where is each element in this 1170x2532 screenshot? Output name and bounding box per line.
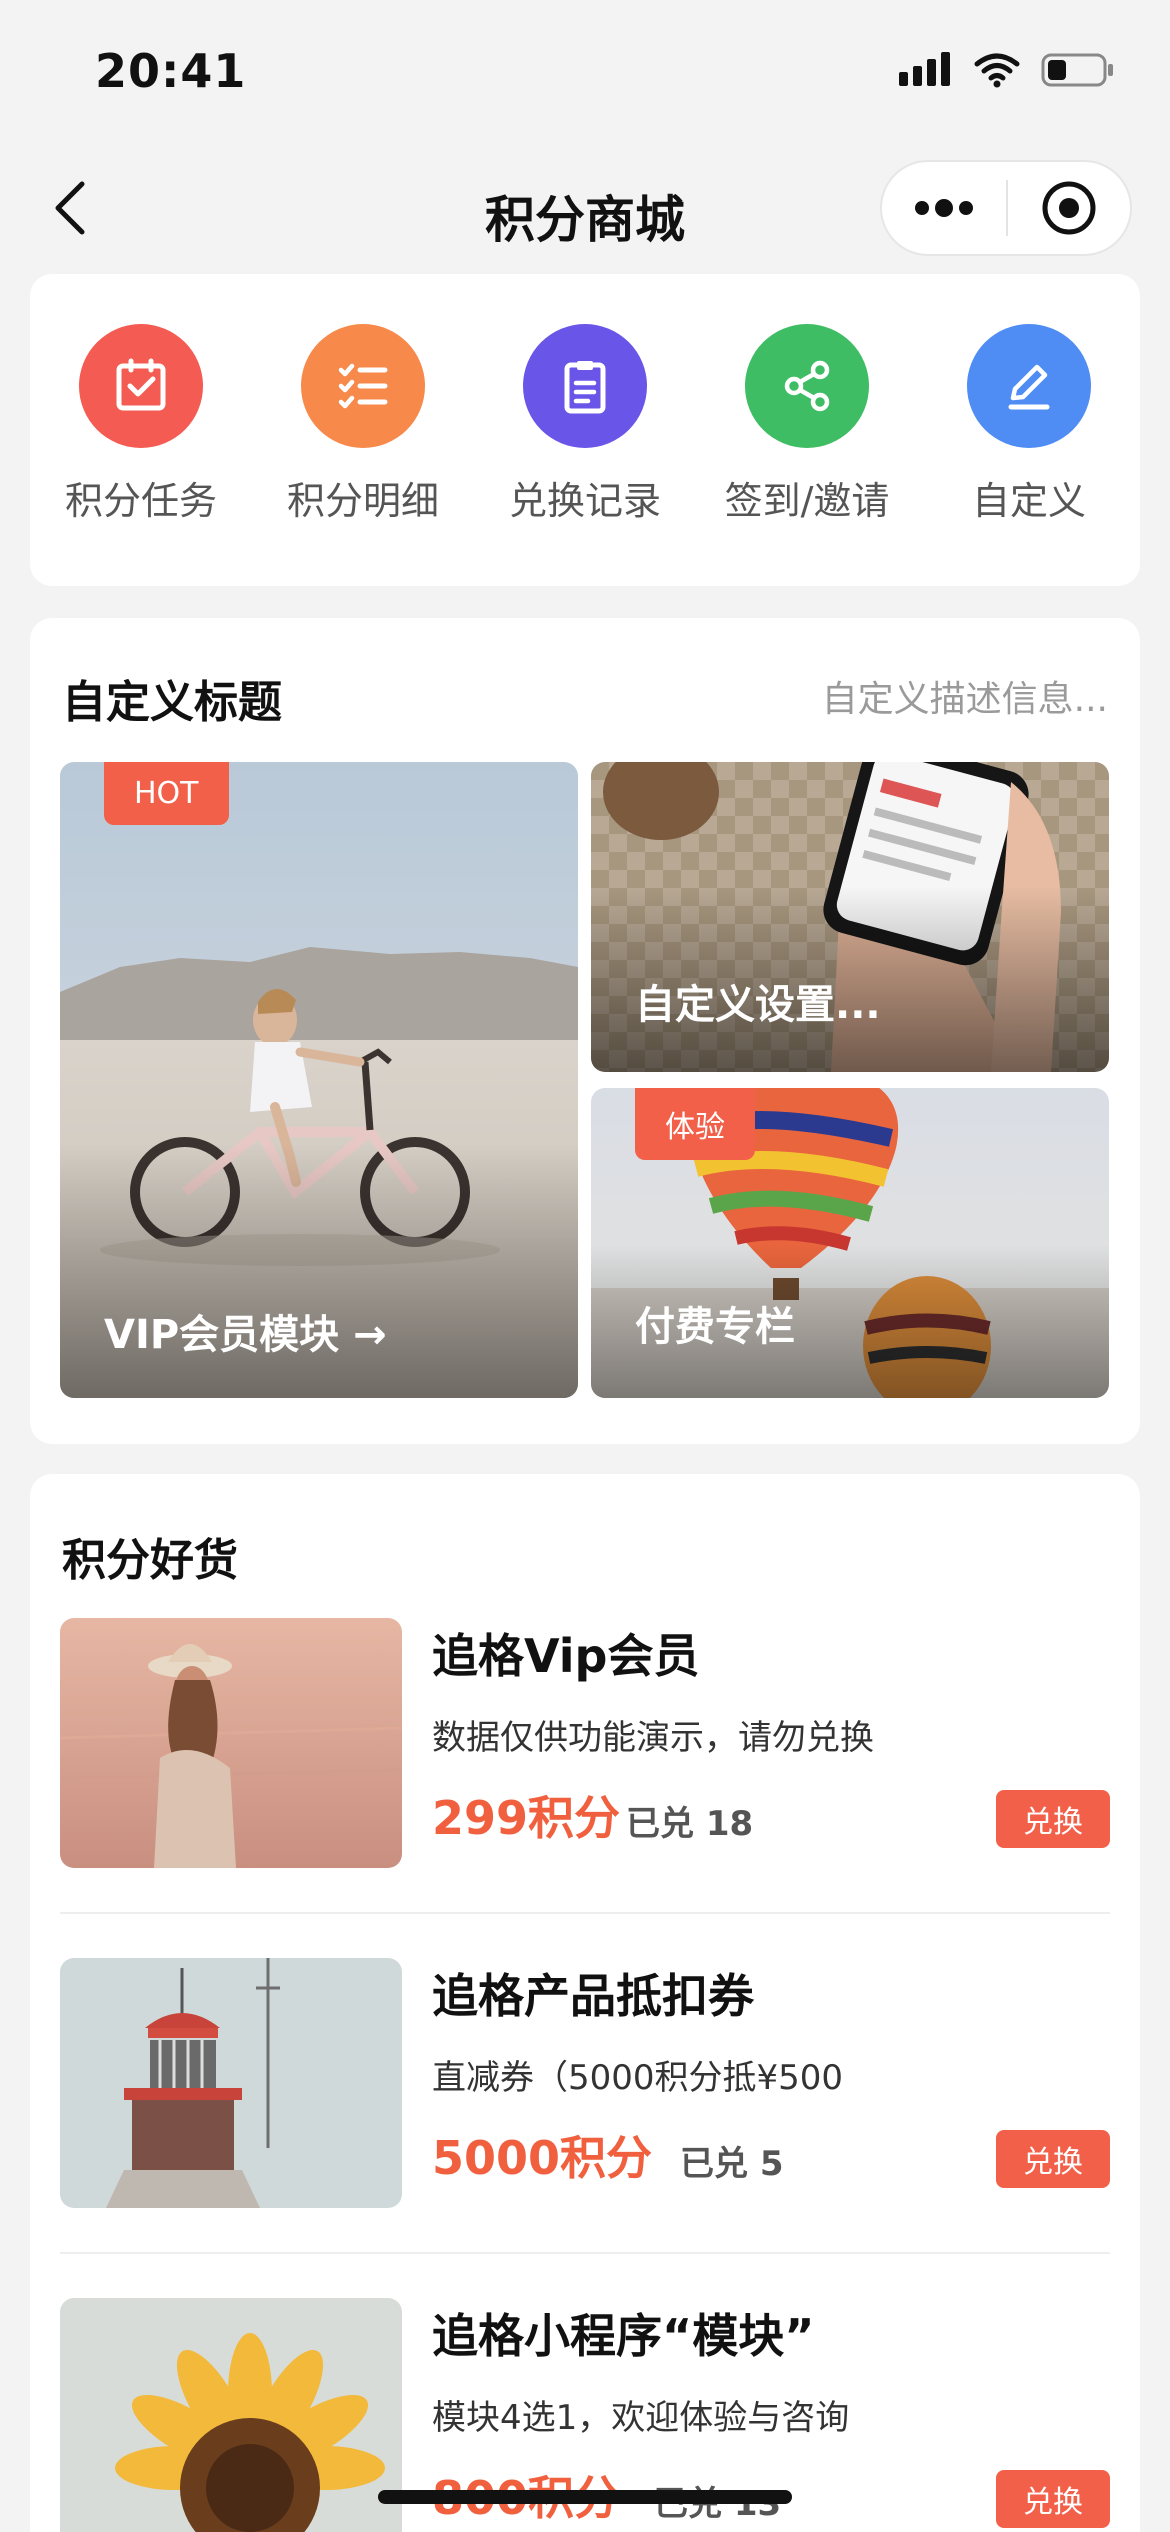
shortcut-label: 自定义: [971, 479, 1086, 523]
product-image: [60, 1618, 402, 1868]
product-title: 追格小程序“模块”: [432, 2309, 815, 2363]
clipboard-icon: [564, 361, 606, 414]
shortcut-label: 积分任务: [64, 479, 217, 523]
section-title: 积分好货: [62, 1535, 238, 1586]
pencil-icon: [1008, 364, 1050, 410]
product-title: 追格产品抵扣券: [432, 1969, 754, 2023]
section-title: 自定义标题: [62, 677, 282, 728]
more-button[interactable]: [882, 160, 1006, 256]
shortcut-exchange-record[interactable]: 兑换记录: [474, 324, 696, 525]
product-description: 数据仅供功能演示，请勿兑换: [432, 1718, 874, 1758]
shortcut-icon-circle: [967, 324, 1091, 448]
product-divider: [60, 2252, 1110, 2254]
shortcut-label: 积分明细: [286, 479, 439, 523]
redeem-button[interactable]: 兑换: [996, 1790, 1110, 1848]
tile-label: VIP会员模块 →: [104, 1312, 387, 1358]
paid-column-tile[interactable]: 体验 付费专栏: [591, 1088, 1109, 1398]
checklist-icon: [338, 363, 388, 409]
more-dots-icon: [915, 199, 973, 217]
product-image: [60, 1958, 402, 2208]
battery-icon: [1041, 53, 1113, 87]
status-icons: [899, 52, 1115, 88]
shortcut-icon-circle: [301, 324, 425, 448]
custom-settings-tile[interactable]: 自定义设置...: [591, 762, 1109, 1072]
goods-card: 积分好货 追格Vip会员 数据仅供功能演示，请勿兑换 299积分 已兑 18 兑…: [30, 1474, 1140, 2532]
vip-module-tile[interactable]: HOT VIP会员模块 →: [60, 762, 578, 1398]
wifi-icon: [974, 53, 1020, 88]
cellular-signal-icon: [899, 52, 950, 86]
nav-bar: 积分商城: [0, 150, 1170, 270]
product-price: 299积分: [432, 1791, 621, 1845]
product-divider: [60, 1912, 1110, 1914]
shortcut-points-task[interactable]: 积分任务: [30, 324, 252, 525]
section-description[interactable]: 自定义描述信息...: [822, 670, 1108, 722]
lighthouse-photo: [60, 1958, 402, 2208]
target-circle-icon: [1042, 181, 1096, 235]
product-sold-count: 已兑 18: [626, 1804, 754, 1844]
shortcut-label: 兑换记录: [508, 479, 661, 523]
shortcut-label: 签到/邀请: [724, 479, 890, 523]
calendar-check-icon: [116, 358, 166, 411]
tile-label: 付费专栏: [635, 1304, 795, 1350]
shortcut-icon-circle: [745, 324, 869, 448]
home-indicator: [378, 2490, 792, 2504]
mini-program-capsule: [880, 160, 1132, 256]
shortcut-points-detail[interactable]: 积分明细: [252, 324, 474, 525]
redeem-button[interactable]: 兑换: [996, 2470, 1110, 2528]
sunflower-photo: [60, 2298, 402, 2532]
product-image: [60, 2298, 402, 2532]
status-time: 20:41: [95, 44, 247, 98]
shortcut-icon-circle: [523, 324, 647, 448]
shortcut-custom[interactable]: 自定义: [918, 324, 1140, 525]
woman-hat-photo: [60, 1618, 402, 1868]
trial-badge: 体验: [635, 1088, 755, 1160]
product-sold-count: 已兑 5: [680, 2144, 784, 2184]
status-bar: 20:41: [0, 0, 1170, 140]
share-icon: [784, 360, 830, 412]
product-description: 模块4选1，欢迎体验与咨询: [432, 2398, 850, 2438]
product-price: 5000积分: [432, 2131, 653, 2185]
feature-card: 自定义标题 自定义描述信息... HOT VIP会员模块 → 自定义设置... …: [30, 618, 1140, 1444]
close-program-button[interactable]: [1008, 160, 1130, 256]
shortcut-checkin-invite[interactable]: 签到/邀请: [696, 324, 918, 525]
product-item[interactable]: 追格产品抵扣券 直减券（5000积分抵¥500 5000积分 已兑 5 兑换: [60, 1958, 1110, 2208]
product-title: 追格Vip会员: [432, 1629, 700, 1683]
hot-badge: HOT: [104, 762, 229, 825]
shortcut-icon-circle: [79, 324, 203, 448]
redeem-button[interactable]: 兑换: [996, 2130, 1110, 2188]
product-description: 直减券（5000积分抵¥500: [432, 2058, 844, 2098]
product-item[interactable]: 追格Vip会员 数据仅供功能演示，请勿兑换 299积分 已兑 18 兑换: [60, 1618, 1110, 1868]
shortcut-card: 积分任务 积分明细 兑换记录 签到/邀请 自定义: [30, 274, 1140, 586]
tile-label: 自定义设置...: [635, 982, 881, 1028]
